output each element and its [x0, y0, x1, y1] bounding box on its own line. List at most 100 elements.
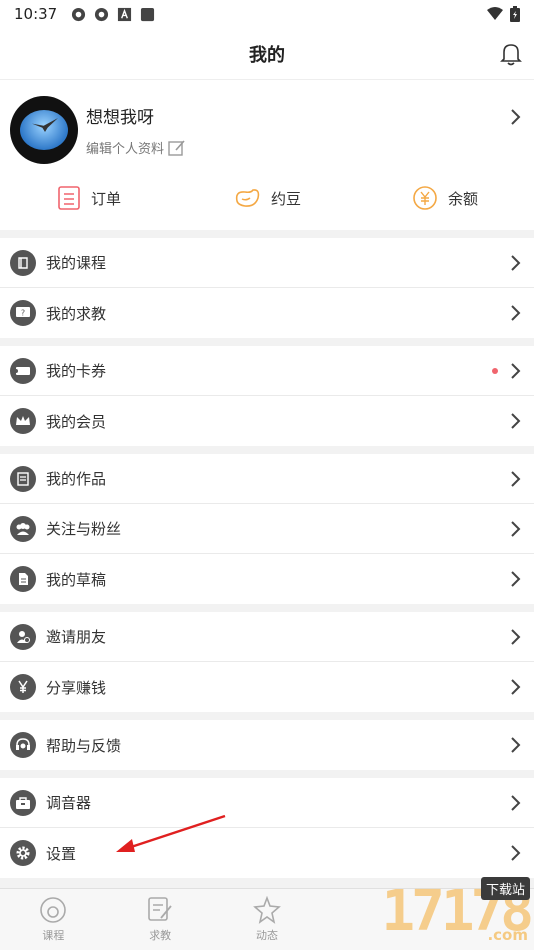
- crown-icon: [10, 408, 36, 434]
- chevron-right-icon: [511, 362, 521, 379]
- quick-link-bean[interactable]: 约豆: [178, 187, 356, 209]
- page-title: 我的: [249, 44, 285, 66]
- edit-profile-link[interactable]: 编辑个人资料: [86, 138, 186, 157]
- ask-icon: [148, 897, 172, 921]
- menu-item-label: 我的草稿: [46, 570, 107, 589]
- toolbox-icon: [10, 789, 36, 816]
- profile-card[interactable]: 想想我呀 编辑个人资料 订单 约豆 余额: [0, 80, 534, 230]
- menu-item-label: 调音器: [46, 794, 92, 812]
- edit-icon: [168, 139, 185, 156]
- menu-item-label: 我的课程: [46, 254, 107, 272]
- system-icons: [486, 6, 520, 22]
- quick-link-label: 余额: [447, 189, 478, 208]
- app-notification-icon: [95, 7, 109, 21]
- menu-section-tools: 调音器 设置: [0, 778, 534, 878]
- chevron-right-icon[interactable]: [510, 108, 522, 126]
- menu-item-label: 邀请朋友: [46, 628, 107, 646]
- menu-item-label: 帮助与反馈: [46, 736, 122, 755]
- question-icon: ?: [10, 300, 36, 326]
- order-icon: [58, 186, 80, 210]
- course-icon: [40, 897, 67, 923]
- menu-item-label: 设置: [46, 844, 77, 863]
- menu-item-label: 我的求教: [46, 304, 107, 323]
- menu-item-my-works[interactable]: 我的作品: [0, 454, 534, 504]
- chevron-right-icon: [511, 628, 521, 645]
- menu-item-follows-fans[interactable]: 关注与粉丝: [0, 504, 534, 554]
- nav-item-label: 求教: [149, 929, 172, 942]
- battery-icon: [510, 6, 520, 22]
- book-icon: [10, 249, 36, 276]
- menu-section-social: 邀请朋友 分享赚钱: [0, 612, 534, 712]
- nav-item-label: 课程: [42, 929, 65, 942]
- menu-item-share-earn[interactable]: 分享赚钱: [0, 662, 534, 712]
- works-icon: [10, 465, 36, 492]
- draft-icon: [10, 566, 36, 592]
- a-notification-icon: [118, 7, 132, 21]
- gear-icon: [10, 840, 36, 866]
- chevron-right-icon: [511, 305, 521, 321]
- headset-icon: [10, 732, 36, 758]
- svg-text:?: ?: [21, 309, 25, 318]
- avatar[interactable]: [10, 96, 78, 164]
- nav-item-ask[interactable]: 求教: [107, 889, 214, 950]
- menu-item-settings[interactable]: 设置: [0, 828, 534, 878]
- menu-section-learning: 我的课程 ? 我的求教: [0, 238, 534, 338]
- nav-item-label: 动态: [255, 929, 278, 942]
- balance-icon: [413, 186, 437, 210]
- wifi-icon: [487, 7, 503, 20]
- quick-link-label: 订单: [90, 189, 121, 208]
- menu-item-label: 关注与粉丝: [46, 520, 122, 538]
- nav-item-feed[interactable]: 动态: [214, 889, 321, 950]
- status-time: 10:37: [14, 5, 58, 23]
- people-icon: [10, 515, 36, 542]
- chevron-right-icon: [511, 679, 521, 695]
- menu-item-help-feedback[interactable]: 帮助与反馈: [0, 720, 534, 770]
- yen-icon: [10, 674, 36, 700]
- bean-icon: [235, 189, 260, 207]
- quick-link-balance[interactable]: 余额: [356, 185, 534, 211]
- menu-section-content: 我的作品 关注与粉丝 我的草稿: [0, 454, 534, 604]
- annotation-arrow: [116, 814, 226, 852]
- chevron-right-icon: [511, 794, 521, 811]
- menu-item-invite-friends[interactable]: 邀请朋友: [0, 612, 534, 662]
- quick-link-order[interactable]: 订单: [0, 185, 178, 211]
- chevron-right-icon: [511, 520, 521, 537]
- menu-item-label: 我的作品: [46, 470, 107, 488]
- bell-icon[interactable]: [500, 42, 522, 66]
- menu-item-label: 我的卡券: [46, 362, 107, 380]
- chevron-right-icon: [511, 571, 521, 587]
- notification-icons: [71, 7, 155, 22]
- nav-item-courses[interactable]: 课程: [0, 889, 107, 950]
- profile-row[interactable]: 想想我呀 编辑个人资料: [0, 80, 534, 168]
- unread-dot: [492, 368, 498, 374]
- menu-section-help: 帮助与反馈: [0, 720, 534, 770]
- chevron-right-icon: [511, 737, 521, 753]
- chevron-right-icon: [511, 254, 521, 271]
- star-icon: [253, 896, 281, 924]
- menu-item-my-questions[interactable]: ? 我的求教: [0, 288, 534, 338]
- chevron-right-icon: [511, 470, 521, 487]
- menu-item-my-courses[interactable]: 我的课程: [0, 238, 534, 288]
- menu-item-my-drafts[interactable]: 我的草稿: [0, 554, 534, 604]
- top-bar: 我的: [0, 28, 534, 80]
- chevron-right-icon: [511, 845, 521, 861]
- watermark-suffix: .com: [487, 926, 528, 944]
- menu-item-tuner[interactable]: 调音器: [0, 778, 534, 828]
- menu-item-label: 我的会员: [46, 412, 107, 431]
- invite-icon: [10, 623, 36, 650]
- ticket-icon: [10, 357, 36, 384]
- status-bar: 10:37: [0, 0, 534, 28]
- menu-item-my-coupons[interactable]: 我的卡券: [0, 346, 534, 396]
- watermark-badge: 下载站: [480, 877, 530, 900]
- username: 想想我呀: [86, 108, 154, 128]
- app-notification-icon: [72, 7, 86, 21]
- site-watermark: 17178 下载站 .com: [381, 877, 534, 944]
- menu-item-label: 分享赚钱: [46, 678, 107, 697]
- quick-link-label: 约豆: [270, 189, 301, 208]
- profile-text: 想想我呀 编辑个人资料: [86, 103, 186, 157]
- menu-item-my-membership[interactable]: 我的会员: [0, 396, 534, 446]
- quick-links: 订单 约豆 余额: [0, 168, 534, 228]
- edit-profile-label: 编辑个人资料: [86, 142, 165, 157]
- chevron-right-icon: [511, 413, 521, 429]
- menu-section-account: 我的卡券 我的会员: [0, 346, 534, 446]
